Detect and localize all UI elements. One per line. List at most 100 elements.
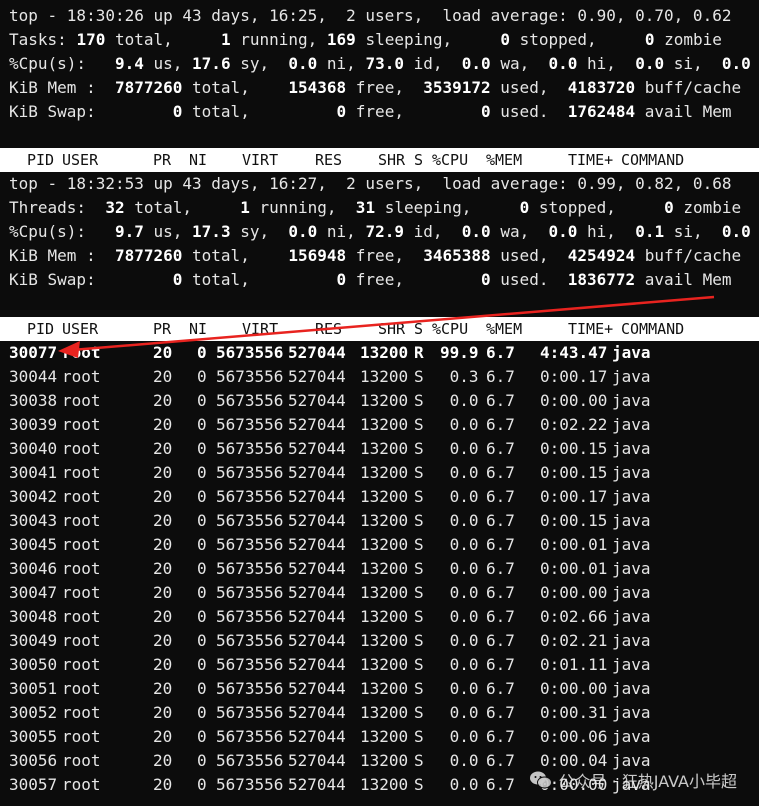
table-row[interactable]: 30050 root 20 0 5673556 527044 13200 S 0.0 6.7 0:0… xyxy=(0,653,759,677)
table-row[interactable]: 30038 root 20 0 5673556 527044 13200 S 0.0 6.7 0:0… xyxy=(0,389,759,413)
summary2-cpu-line-seg: ni, xyxy=(317,222,356,241)
column-header-virt[interactable]: VIRT xyxy=(242,317,278,341)
table-row[interactable]: 30045 root 20 0 5673556 527044 13200 S 0.0 6.7 0:0… xyxy=(0,533,759,557)
column-header-s[interactable]: S xyxy=(414,317,423,341)
summary2-tasks-line-seg: 1 xyxy=(220,198,250,217)
cell-shr: 13200 xyxy=(360,367,409,386)
table-row[interactable]: 30042 root 20 0 5673556 527044 13200 S 0.0 6.7 0:0… xyxy=(0,485,759,509)
table-row[interactable]: 30055 root 20 0 5673556 527044 13200 S 0.0 6.7 0:0… xyxy=(0,725,759,749)
summary1-tasks-line: Tasks: 170 total, 1 running, 169 sleepin… xyxy=(9,28,722,52)
column-header-time[interactable]: TIME+ xyxy=(568,148,613,172)
column-header-user[interactable]: USER xyxy=(62,317,98,341)
cell-time: 0:00.06 xyxy=(540,727,608,746)
column-header-virt[interactable]: VIRT xyxy=(242,148,278,172)
column-header-res[interactable]: RES xyxy=(315,317,342,341)
cell-time: 0:00.15 xyxy=(540,463,608,482)
cell-user: root xyxy=(62,439,101,458)
summary2-mem-line-seg: 3465388 xyxy=(413,246,491,265)
column-header-command[interactable]: COMMAND xyxy=(621,317,684,341)
cell-ni: 0 xyxy=(197,679,207,698)
cell-mem: 6.7 xyxy=(486,391,515,410)
cell-shr: 13200 xyxy=(360,775,409,794)
column-header-time[interactable]: TIME+ xyxy=(568,317,613,341)
cell-virt: 5673556 xyxy=(216,415,284,434)
summary2-cpu-line: %Cpu(s): 9.7 us, 17.3 sy, 0.0 ni, 72.9 i… xyxy=(9,220,759,244)
column-header-pr[interactable]: PR xyxy=(153,317,171,341)
summary2-tasks-line-seg: 0 xyxy=(500,198,530,217)
column-header-ni[interactable]: NI xyxy=(189,317,207,341)
cell-mem: 6.7 xyxy=(486,679,515,698)
column-header-shr[interactable]: SHR xyxy=(378,148,405,172)
summary1-cpu-line-seg: 9.4 xyxy=(95,54,144,73)
wechat-icon xyxy=(529,771,552,789)
cell-shr: 13200 xyxy=(360,727,409,746)
cell-ni: 0 xyxy=(197,511,207,530)
column-header-shr[interactable]: SHR xyxy=(378,317,405,341)
summary1-swap-line-seg: 1762484 xyxy=(567,102,636,121)
column-header-mem[interactable]: %MEM xyxy=(486,148,522,172)
cell-virt: 5673556 xyxy=(216,727,284,746)
cell-shr: 13200 xyxy=(360,655,409,674)
summary2-tasks-line: Threads: 32 total, 1 running, 31 sleepin… xyxy=(9,196,741,220)
summary1-cpu-line-seg: 17.6 xyxy=(182,54,231,73)
cell-cpu: 0.0 xyxy=(449,559,479,578)
column-header-res[interactable]: RES xyxy=(315,148,342,172)
summary1-swap-line-seg: 0 xyxy=(105,102,183,121)
cell-cpu: 0.0 xyxy=(449,631,479,650)
column-header-cpu[interactable]: %CPU xyxy=(432,148,468,172)
summary1-cpu-line-seg: wa, xyxy=(490,54,539,73)
column-header-mem[interactable]: %MEM xyxy=(486,317,522,341)
table-row[interactable]: 30049 root 20 0 5673556 527044 13200 S 0.0 6.7 0:0… xyxy=(0,629,759,653)
table-row[interactable]: 30048 root 20 0 5673556 527044 13200 S 0.0 6.7 0:0… xyxy=(0,605,759,629)
cell-pr: 20 xyxy=(153,583,173,602)
summary1-cpu-line-seg: 0.0 xyxy=(625,54,665,73)
column-header-pr[interactable]: PR xyxy=(153,148,171,172)
table-row[interactable]: 30051 root 20 0 5673556 527044 13200 S 0.0 6.7 0:0… xyxy=(0,677,759,701)
summary1-mem-line-seg: used, xyxy=(490,78,568,97)
cell-shr: 13200 xyxy=(360,751,409,770)
cell-virt: 5673556 xyxy=(216,463,284,482)
cell-cpu: 99.9 xyxy=(440,343,479,362)
summary2-swap-line-seg: 0 xyxy=(105,270,183,289)
column-header-cpu[interactable]: %CPU xyxy=(432,317,468,341)
table-row[interactable]: 30046 root 20 0 5673556 527044 13200 S 0.0 6.7 0:0… xyxy=(0,557,759,581)
table-row[interactable]: 30052 root 20 0 5673556 527044 13200 S 0.0 6.7 0:0… xyxy=(0,701,759,725)
summary1-swap-line-seg: total, xyxy=(182,102,260,121)
column-header-pid[interactable]: PID xyxy=(27,317,54,341)
cell-shr: 13200 xyxy=(360,415,409,434)
summary1-cpu-line-seg: sy, xyxy=(230,54,279,73)
table-row[interactable]: 30047 root 20 0 5673556 527044 13200 S 0.0 6.7 0:0… xyxy=(0,581,759,605)
summary2-cpu-line-seg: 9.7 xyxy=(95,222,144,241)
cell-shr: 13200 xyxy=(360,511,409,530)
cell-pr: 20 xyxy=(153,535,173,554)
process-table-header: PID USER PR NI VIRT RES SHR S %CPU %MEM TIME+ COMMA… xyxy=(0,148,759,172)
table-row[interactable]: 30040 root 20 0 5673556 527044 13200 S 0.0 6.7 0:0… xyxy=(0,437,759,461)
cell-ni: 0 xyxy=(197,775,207,794)
column-header-user[interactable]: USER xyxy=(62,148,98,172)
column-header-s[interactable]: S xyxy=(414,148,423,172)
cell-virt: 5673556 xyxy=(216,703,284,722)
cell-ni: 0 xyxy=(197,463,207,482)
thread-table-header: PID USER PR NI VIRT RES SHR S %CPU %MEM TIME+ COMMA… xyxy=(0,317,759,341)
table-row[interactable]: 30077 root 20 0 5673556 527044 13200 R 99.9 6.7 4:… xyxy=(0,341,759,365)
summary2-tasks-line-seg: total, xyxy=(124,198,221,217)
cell-time: 0:00.00 xyxy=(540,583,608,602)
cell-s: S xyxy=(414,583,424,602)
cell-virt: 5673556 xyxy=(216,511,284,530)
cell-cpu: 0.0 xyxy=(449,415,479,434)
cell-time: 0:00.15 xyxy=(540,439,608,458)
cell-shr: 13200 xyxy=(360,535,409,554)
summary2-swap-line-seg: total, xyxy=(182,270,260,289)
summary2-tasks-line-seg: sleeping, xyxy=(375,198,501,217)
table-row[interactable]: 30039 root 20 0 5673556 527044 13200 S 0.0 6.7 0:0… xyxy=(0,413,759,437)
column-header-pid[interactable]: PID xyxy=(27,148,54,172)
cell-res: 527044 xyxy=(288,487,346,506)
table-row[interactable]: 30043 root 20 0 5673556 527044 13200 S 0.0 6.7 0:0… xyxy=(0,509,759,533)
summary1-tasks-line-seg: 170 xyxy=(76,30,106,49)
summary2-uptime-line: top - 18:32:53 up 43 days, 16:27, 2 user… xyxy=(9,172,731,196)
column-header-command[interactable]: COMMAND xyxy=(621,148,684,172)
table-row[interactable]: 30041 root 20 0 5673556 527044 13200 S 0.0 6.7 0:0… xyxy=(0,461,759,485)
table-row[interactable]: 30044 root 20 0 5673556 527044 13200 S 0.3 6.7 0:0… xyxy=(0,365,759,389)
column-header-ni[interactable]: NI xyxy=(189,148,207,172)
summary2-tasks-line-seg: 0 xyxy=(644,198,674,217)
